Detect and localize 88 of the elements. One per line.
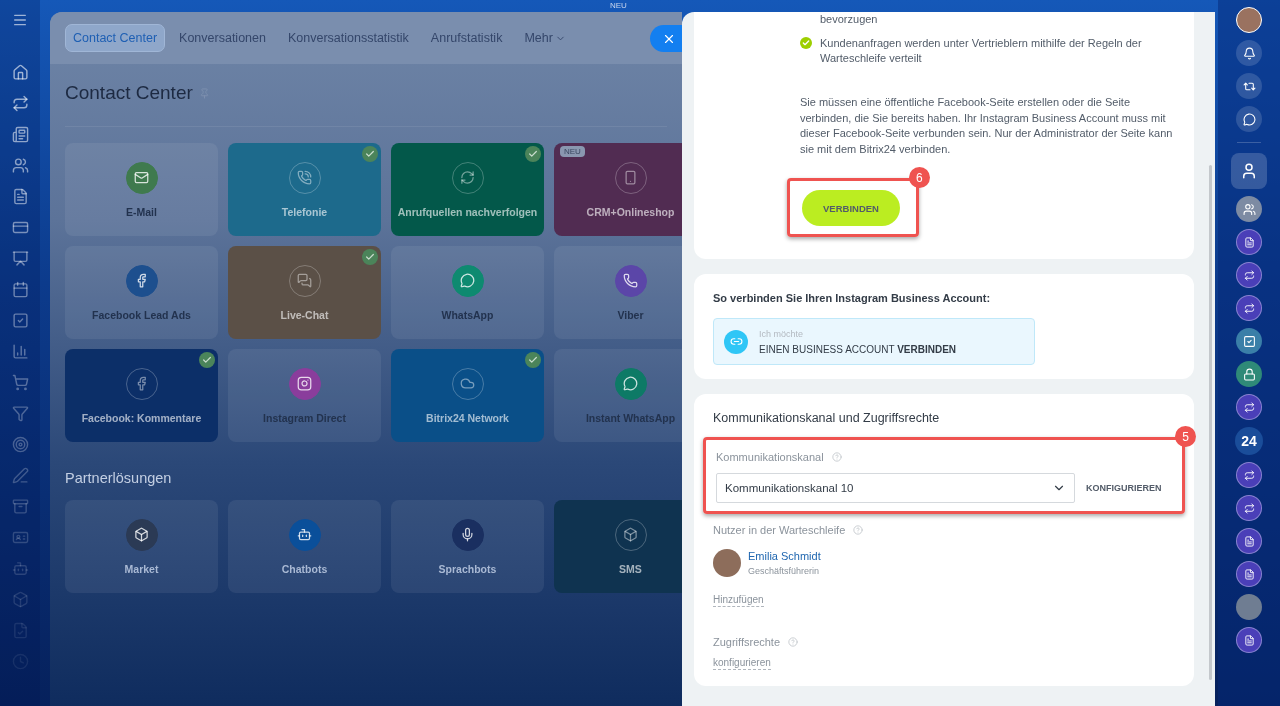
nav-icon[interactable] xyxy=(11,343,29,360)
document-icon[interactable] xyxy=(1236,528,1262,554)
document-icon[interactable] xyxy=(1236,229,1262,255)
scrollbar[interactable] xyxy=(1209,165,1212,680)
user-role: Geschäftsführerin xyxy=(748,566,821,576)
document-icon[interactable] xyxy=(1236,627,1262,653)
channel-tile[interactable]: Facebook: Kommentare xyxy=(65,349,218,442)
channel-tile[interactable]: Telefonie xyxy=(228,143,381,236)
nav-tab[interactable]: Contact Center xyxy=(65,24,166,52)
nav-icon[interactable] xyxy=(11,95,29,112)
new-label: NEU xyxy=(610,1,627,10)
connect-button[interactable]: VERBINDEN xyxy=(802,190,900,226)
configure-link[interactable]: konfigurieren xyxy=(713,656,771,670)
tile-label: WhatsApp xyxy=(441,308,494,321)
nav-tab[interactable]: Konversationen xyxy=(171,24,274,52)
chat-icon[interactable] xyxy=(1236,106,1262,132)
section-title: Partnerlösungen xyxy=(65,470,173,486)
channel-tile[interactable]: Anrufquellen nachverfolgen xyxy=(391,143,544,236)
step-badge: 5 xyxy=(1175,426,1196,447)
channel-tile[interactable]: CRM+Onlineshop NEU xyxy=(554,143,682,236)
channel-tile[interactable]: Sprachbots xyxy=(391,500,544,593)
channel-select[interactable]: Kommunikationskanal 10 xyxy=(716,473,1075,503)
option-text: EINEN BUSINESS ACCOUNT VERBINDEN xyxy=(759,343,957,355)
card-title: So verbinden Sie Ihren Instagram Business Account: xyxy=(713,292,992,304)
check-icon xyxy=(800,37,812,49)
nav-icon[interactable] xyxy=(11,157,29,174)
sync-icon[interactable] xyxy=(1236,73,1262,99)
nav-tab[interactable]: Anrufstatistik xyxy=(422,24,511,52)
nav-tab[interactable]: Konversationsstatistik xyxy=(279,24,417,52)
new-badge: NEU xyxy=(560,146,585,157)
field-label: Nutzer in der Warteschleife xyxy=(713,524,846,536)
nav-icon[interactable] xyxy=(11,405,29,422)
tile-label: Instant WhatsApp xyxy=(585,411,676,424)
user-name-link[interactable]: Emilia Schmidt xyxy=(748,550,821,562)
nav-tab[interactable]: Mehr xyxy=(516,24,574,52)
tile-label: Instagram Direct xyxy=(263,411,346,424)
link-icon xyxy=(724,329,748,354)
lock-icon[interactable] xyxy=(1236,361,1262,387)
tile-label: Chatbots xyxy=(281,562,328,575)
avatar-icon[interactable] xyxy=(1236,7,1262,33)
add-link[interactable]: Hinzufügen xyxy=(713,593,764,607)
info-paragraph: Sie müssen eine öffentliche Facebook-Seite erstellen oder die Seite verbinden, die Sie bereits haben. Ihr Instagram Business Account muss mit dieser Facebook-Seite verbunden sein. Nur der Administrator der Seite kann sie mit dem Bitrix24 verbinden. xyxy=(800,95,1174,157)
tile-label: Telefonie xyxy=(281,205,328,218)
channel-tile[interactable]: Facebook Lead Ads xyxy=(65,246,218,339)
tile-label: Sprachbots xyxy=(438,562,497,575)
step-badge: 6 xyxy=(908,167,930,188)
nav-icon[interactable] xyxy=(11,281,29,298)
field-label: Kommunikationskanal xyxy=(716,451,824,463)
field-label: Zugriffsrechte xyxy=(713,636,781,648)
feature-text: Kundenanfragen werden unter Vertrieblern mithilfe der Regeln der Warteschleife verteilt xyxy=(820,36,1143,66)
page-title: Contact Center xyxy=(65,82,193,104)
bell-icon[interactable] xyxy=(1236,40,1262,66)
channel-tile[interactable]: Market xyxy=(65,500,218,593)
feature-text: bevorzugen xyxy=(819,12,879,27)
document-icon[interactable] xyxy=(1236,561,1262,587)
configure-button[interactable]: KONFIGURIEREN xyxy=(1086,479,1162,497)
tile-label: Live-Chat xyxy=(280,308,329,321)
nav-icon[interactable] xyxy=(11,188,29,205)
nav-icon[interactable] xyxy=(11,64,29,81)
avatar-icon[interactable] xyxy=(1231,153,1267,189)
tile-label: Viber xyxy=(617,308,644,321)
nav-icon[interactable] xyxy=(11,219,29,236)
tile-label: E-Mail xyxy=(126,205,157,218)
nav-icon[interactable] xyxy=(11,374,29,391)
nav-icon[interactable] xyxy=(11,467,29,484)
avatar xyxy=(713,549,741,577)
tile-label: Facebook: Kommentare xyxy=(81,411,202,424)
group-avatar-icon[interactable] xyxy=(1236,196,1262,222)
channel-tile[interactable]: E-Mail xyxy=(65,143,218,236)
tile-label: Bitrix24 Network xyxy=(426,411,509,424)
channel-tile[interactable]: Live-Chat xyxy=(228,246,381,339)
nav-icon[interactable] xyxy=(11,436,29,453)
channel-tile[interactable]: Bitrix24 Network xyxy=(391,349,544,442)
card-title: Kommunikationskanal und Zugriffsrechte xyxy=(713,411,941,425)
app-counter[interactable]: 24 xyxy=(1235,427,1263,455)
tile-label: Anrufquellen nachverfolgen xyxy=(397,205,538,218)
nav-icon[interactable] xyxy=(11,126,29,143)
channel-tile[interactable]: SMS xyxy=(554,500,682,593)
nav-icon[interactable] xyxy=(11,250,29,267)
channel-tile[interactable]: WhatsApp xyxy=(391,246,544,339)
tile-label: CRM+Onlineshop xyxy=(586,205,675,218)
nav-icon[interactable] xyxy=(11,312,29,329)
checkbox-icon[interactable] xyxy=(1236,328,1262,354)
tile-label: Market xyxy=(124,562,159,575)
channel-tile[interactable]: Chatbots xyxy=(228,500,381,593)
tile-label: SMS xyxy=(619,562,642,575)
tile-label: Facebook Lead Ads xyxy=(92,308,191,321)
menu-icon[interactable] xyxy=(12,12,28,28)
